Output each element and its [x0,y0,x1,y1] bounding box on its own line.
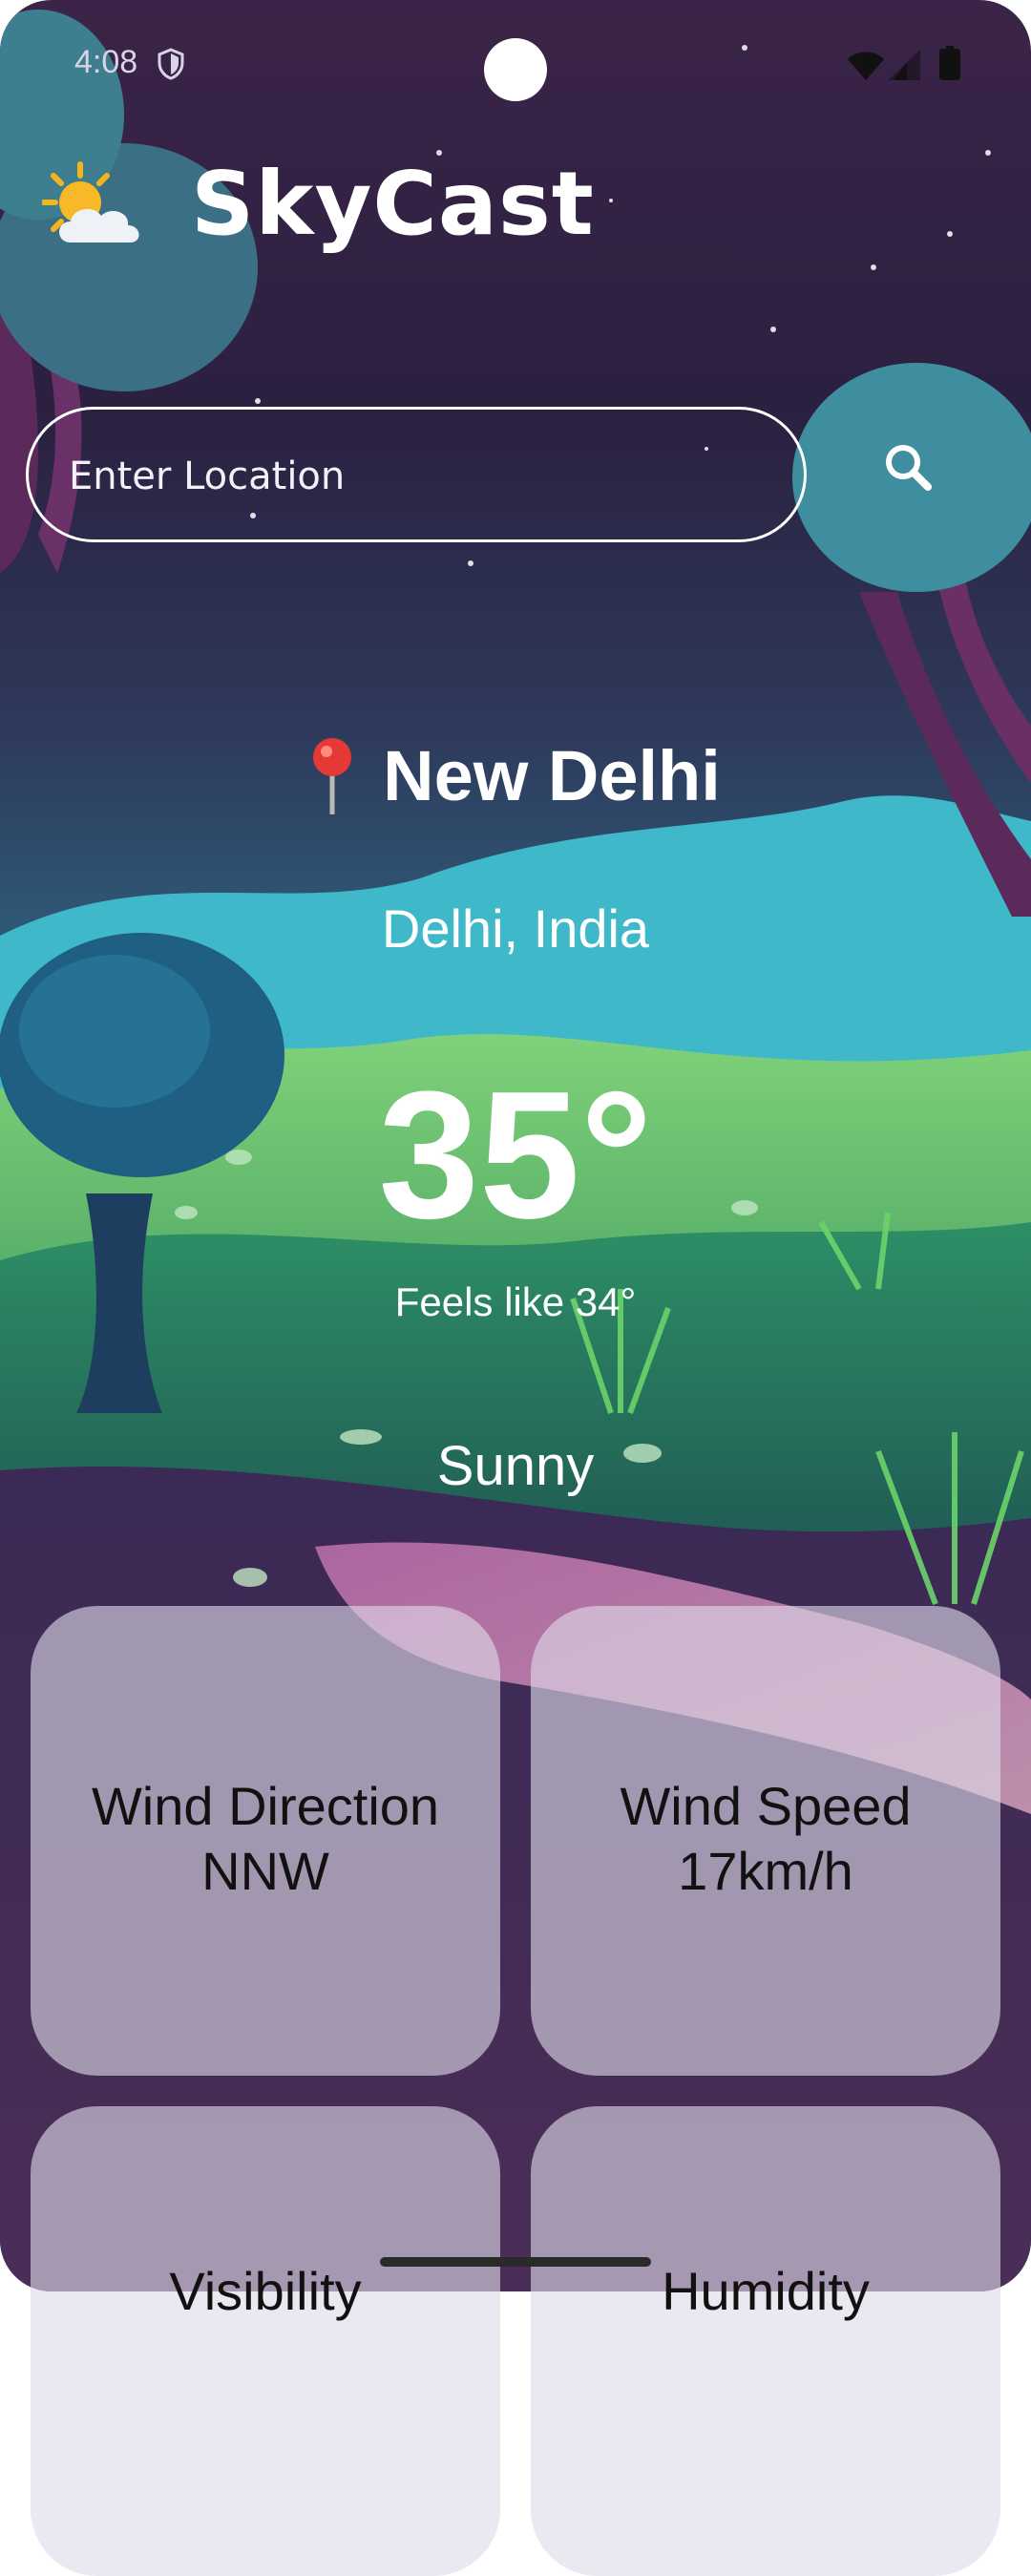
search-icon[interactable] [871,430,947,506]
region-name: Delhi, India [381,898,650,959]
card-label: Humidity [662,2261,870,2321]
shield-icon [158,48,184,80]
card-label: Visibility [169,2261,362,2321]
battery-icon [939,46,960,80]
location-header: New Delhi [0,735,1031,816]
status-bar: 4:08 [0,0,1031,134]
app-title: SkyCast [191,153,595,255]
card-label: Wind Direction [91,1776,440,1836]
weather-condition: Sunny [436,1435,595,1497]
location-search-field[interactable] [26,407,807,542]
location-input[interactable] [67,438,758,515]
camera-cutout [484,38,547,101]
feels-like: Feels like 34° [394,1279,637,1324]
city-name: New Delhi [383,736,721,815]
humidity-card: Humidity [531,2106,1000,2576]
temperature: 35° [378,1054,653,1256]
card-value: NNW [201,1841,329,1901]
wind-direction-card: Wind Direction NNW [31,1606,500,2076]
card-label: Wind Speed [620,1776,912,1836]
location-pin-icon [313,737,352,814]
wifi-icon [848,52,884,80]
card-value: 17km/h [678,1841,853,1901]
home-indicator[interactable] [380,2257,651,2267]
status-time: 4:08 [74,44,138,80]
sun-behind-cloud-icon [42,161,139,243]
signal-icon [888,50,920,80]
wind-speed-card: Wind Speed 17km/h [531,1606,1000,2076]
visibility-card: Visibility [31,2106,500,2576]
